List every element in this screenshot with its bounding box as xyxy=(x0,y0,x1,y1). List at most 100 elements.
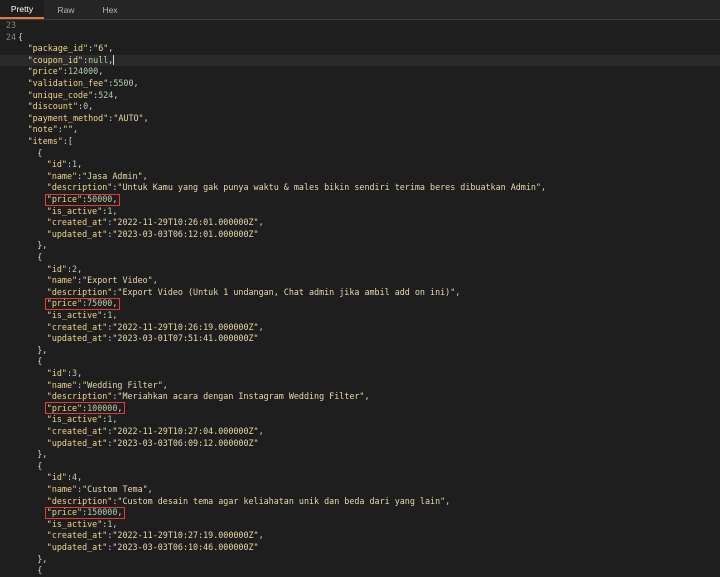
code-line: "description":"Export Video (Untuk 1 und… xyxy=(0,287,720,299)
json-editor[interactable]: 23 24{"package_id":"6", "coupon_id":null, "… xyxy=(0,20,720,577)
json-key: "description" xyxy=(46,391,113,402)
code-text: "created_at":"2022-11-29T10:26:19.000000… xyxy=(47,322,264,334)
json-string: "" xyxy=(62,124,73,135)
code-text: "package_id":"6", xyxy=(28,43,114,55)
code-text: "is_active":1, xyxy=(47,206,118,218)
text-caret xyxy=(113,55,115,66)
json-key: "updated_at" xyxy=(46,333,108,344)
tab-pretty[interactable]: Pretty xyxy=(0,0,44,19)
code-text: { xyxy=(37,252,42,264)
json-key: "name" xyxy=(46,379,78,390)
json-key: "is_active" xyxy=(46,310,103,320)
code-line: "name":"Custom Tema", xyxy=(0,484,720,496)
code-text: "created_at":"2022-11-29T10:26:01.000000… xyxy=(47,217,264,229)
code-line: "price":50000, xyxy=(0,193,720,206)
json-punct: , xyxy=(77,159,83,170)
json-key: "updated_at" xyxy=(46,228,108,239)
price-highlight-box xyxy=(44,506,125,519)
code-line: "updated_at":"2023-03-03T06:12:01.000000… xyxy=(0,229,720,241)
tab-raw[interactable]: Raw xyxy=(44,0,88,19)
code-line: { xyxy=(0,356,720,368)
code-text: "name":"Custom Tema", xyxy=(47,484,153,496)
code-text: "note":"", xyxy=(28,124,78,136)
json-key: "created_at" xyxy=(46,321,108,332)
view-tab-bar: Pretty Raw Hex xyxy=(0,0,720,20)
json-punct: }, xyxy=(37,240,48,251)
json-key: "id" xyxy=(46,368,67,378)
code-line: }, xyxy=(0,240,720,252)
code-line: "id":3, xyxy=(0,368,720,380)
code-text: { xyxy=(37,461,42,473)
code-line: { xyxy=(0,148,720,160)
json-punct: , xyxy=(112,310,118,320)
json-punct: , xyxy=(98,66,104,77)
json-key: "created_at" xyxy=(46,530,108,541)
code-text: { xyxy=(37,148,42,160)
price-highlight-box xyxy=(44,402,125,415)
json-punct: { xyxy=(37,147,43,158)
json-string: "2022-11-29T10:26:19.000000Z" xyxy=(112,321,259,332)
json-string: "2023-03-03T06:09:12.000000Z" xyxy=(112,437,259,448)
code-line: "package_id":"6", xyxy=(0,43,720,55)
code-text: }, xyxy=(37,240,47,252)
json-punct: , xyxy=(77,368,83,378)
json-punct: , xyxy=(73,124,79,135)
code-line: "id":4, xyxy=(0,472,720,484)
code-line: "validation_fee":5500, xyxy=(0,78,720,90)
code-line: 23 xyxy=(0,20,720,32)
json-punct: , xyxy=(364,391,370,402)
code-text: "discount":0, xyxy=(28,101,94,113)
code-line: }, xyxy=(0,345,720,357)
json-key: "items" xyxy=(27,136,63,146)
json-punct: , xyxy=(112,205,118,216)
code-line: { xyxy=(0,565,720,577)
json-punct: }, xyxy=(37,553,48,564)
json-string: "Untuk Kamu yang gak punya waktu & males… xyxy=(117,182,541,193)
code-line: "payment_method":"AUTO", xyxy=(0,113,720,125)
code-text: "id":3, xyxy=(47,368,82,380)
json-key: "coupon_id" xyxy=(27,54,84,65)
json-punct: , xyxy=(113,89,119,100)
json-key: "description" xyxy=(46,495,113,506)
code-line: "name":"Jasa Admin", xyxy=(0,171,720,183)
json-punct: , xyxy=(455,286,461,297)
code-line: "price":124000, xyxy=(0,66,720,78)
code-line: "updated_at":"2023-03-03T06:09:12.000000… xyxy=(0,438,720,450)
code-line: "discount":0, xyxy=(0,101,720,113)
json-key: "id" xyxy=(46,472,67,483)
price-highlight-box xyxy=(44,297,120,310)
json-key: "updated_at" xyxy=(46,542,108,552)
code-text: "unique_code":524, xyxy=(28,90,119,102)
code-text: "items":[ xyxy=(28,136,73,148)
json-key: "payment_method" xyxy=(27,112,109,123)
json-punct: , xyxy=(88,101,94,112)
code-text: "updated_at":"2023-03-03T06:10:46.000000… xyxy=(47,542,259,554)
code-text: "is_active":1, xyxy=(47,310,118,322)
json-key: "is_active" xyxy=(46,205,103,216)
code-line: "is_active":1, xyxy=(0,310,720,322)
json-string: "AUTO" xyxy=(113,112,144,123)
json-key: "note" xyxy=(27,124,58,135)
json-punct: { xyxy=(37,565,43,576)
json-key: "package_id" xyxy=(27,43,89,54)
code-line: "price":100000, xyxy=(0,402,720,415)
code-line: "name":"Wedding Filter", xyxy=(0,380,720,392)
json-punct: , xyxy=(445,495,451,506)
json-punct: , xyxy=(162,379,168,390)
code-line: "updated_at":"2023-03-03T06:10:46.000000… xyxy=(0,542,720,554)
json-string: "2022-11-29T10:27:04.000000Z" xyxy=(112,426,259,436)
code-line: "created_at":"2022-11-29T10:26:19.000000… xyxy=(0,322,720,334)
json-punct: , xyxy=(258,426,264,436)
code-line: "coupon_id":null, xyxy=(0,54,720,67)
json-key: "unique_code" xyxy=(27,89,94,100)
code-text: "name":"Jasa Admin", xyxy=(47,171,148,183)
json-punct: }, xyxy=(37,449,48,460)
line-number: 24 xyxy=(5,31,16,42)
code-text: "description":"Export Video (Untuk 1 und… xyxy=(47,287,460,299)
tab-hex[interactable]: Hex xyxy=(88,0,132,19)
code-line: "items":[ xyxy=(0,136,720,148)
code-text: { xyxy=(37,356,42,368)
json-key: "id" xyxy=(46,263,67,274)
json-key: "description" xyxy=(46,182,113,193)
json-punct: , xyxy=(258,530,264,541)
